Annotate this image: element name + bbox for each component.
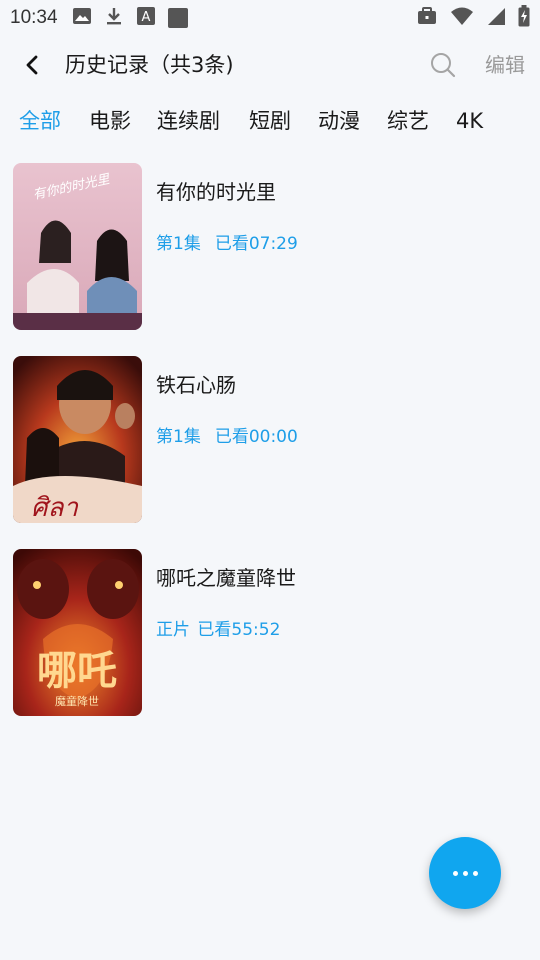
signal-icon xyxy=(486,6,506,30)
item-meta: 第1集 已看07:29 xyxy=(156,232,298,256)
back-button[interactable] xyxy=(18,50,48,80)
item-title: 铁石心肠 xyxy=(156,373,236,397)
category-tabs: 全部 电影 连续剧 短剧 动漫 综艺 4K xyxy=(0,100,540,144)
system-icons xyxy=(416,5,530,31)
item-progress: 已看00:00 xyxy=(214,427,298,447)
notification-icons: A xyxy=(72,6,188,30)
item-title: 哪吒之魔童降世 xyxy=(156,566,296,590)
tab-series[interactable]: 连续剧 xyxy=(157,106,220,136)
item-meta: 第1集 已看00:00 xyxy=(156,425,298,449)
item-progress: 已看55:52 xyxy=(197,620,281,640)
list-item[interactable]: 哪吒 魔童降世 哪吒之魔童降世 正片 已看55:52 xyxy=(0,549,540,716)
list-item[interactable]: 有你的时光里 有你的时光里 第1集 已看07:29 xyxy=(0,163,540,330)
tab-all[interactable]: 全部 xyxy=(19,106,61,136)
search-icon xyxy=(431,53,456,78)
work-profile-icon xyxy=(416,6,438,30)
status-bar: 10:34 A xyxy=(0,0,540,36)
item-episode: 第1集 xyxy=(156,427,201,447)
battery-icon xyxy=(518,5,530,31)
svg-text:哪吒: 哪吒 xyxy=(37,647,117,694)
app-square-icon xyxy=(167,8,188,28)
poster-image: 哪吒 魔童降世 xyxy=(13,549,142,716)
page-title: 历史记录（共3条) xyxy=(65,53,234,77)
tab-movie[interactable]: 电影 xyxy=(89,106,131,136)
svg-text:A: A xyxy=(141,10,150,25)
tab-anime[interactable]: 动漫 xyxy=(318,106,360,136)
item-episode: 正片 xyxy=(156,620,190,640)
list-item[interactable]: ศิลา 铁石心肠 第1集 已看00:00 xyxy=(0,356,540,523)
image-icon xyxy=(72,6,92,30)
app-header: 历史记录（共3条) 编辑 xyxy=(0,36,540,94)
poster-image: ศิลา xyxy=(13,356,142,523)
status-time: 10:34 xyxy=(10,7,58,28)
item-episode: 第1集 xyxy=(156,234,201,254)
chevron-left-icon xyxy=(26,55,38,75)
wifi-icon xyxy=(450,6,474,30)
poster-image: 有你的时光里 xyxy=(13,163,142,330)
svg-text:ศิลา: ศิลา xyxy=(31,493,79,523)
item-progress: 已看07:29 xyxy=(214,234,298,254)
item-title: 有你的时光里 xyxy=(156,180,276,204)
edit-button[interactable]: 编辑 xyxy=(485,50,525,80)
tab-variety[interactable]: 综艺 xyxy=(387,106,429,136)
item-meta: 正片 已看55:52 xyxy=(156,618,280,642)
text-a-icon: A xyxy=(136,6,156,30)
download-icon xyxy=(104,6,124,30)
more-dots-icon xyxy=(450,870,480,876)
search-button[interactable] xyxy=(426,50,460,80)
tab-4k[interactable]: 4K xyxy=(456,106,483,136)
more-fab-button[interactable] xyxy=(429,837,501,909)
tab-short-drama[interactable]: 短剧 xyxy=(249,106,291,136)
svg-text:魔童降世: 魔童降世 xyxy=(55,694,99,708)
